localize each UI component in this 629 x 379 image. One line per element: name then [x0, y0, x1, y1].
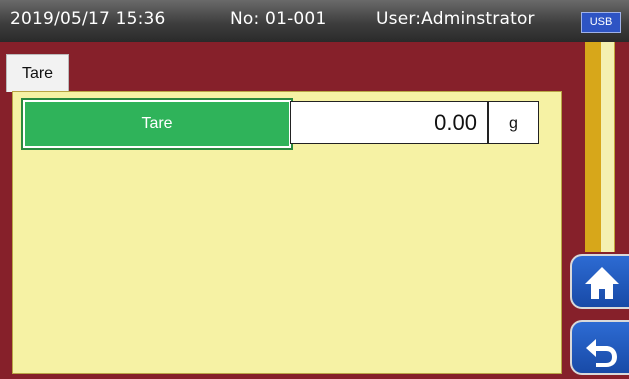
tare-button[interactable]: Tare: [21, 98, 293, 150]
tab-tare[interactable]: Tare: [6, 54, 69, 92]
home-button[interactable]: [570, 254, 629, 309]
user-label: User:Adminstrator: [376, 9, 535, 29]
datetime-label: 2019/05/17 15:36: [10, 9, 166, 29]
number-label: No: 01-001: [230, 9, 327, 29]
screen: 2019/05/17 15:36 No: 01-001 User:Adminst…: [0, 0, 629, 379]
back-arrow-icon: [586, 339, 617, 367]
home-icon: [585, 267, 619, 299]
usb-badge: USB: [581, 12, 621, 33]
back-button[interactable]: [570, 320, 629, 375]
unit-label: g: [488, 101, 539, 144]
status-bar: 2019/05/17 15:36 No: 01-001 User:Adminst…: [0, 0, 629, 42]
scrollbar-thumb[interactable]: [585, 42, 601, 252]
tare-value-field[interactable]: 0.00: [290, 101, 488, 144]
